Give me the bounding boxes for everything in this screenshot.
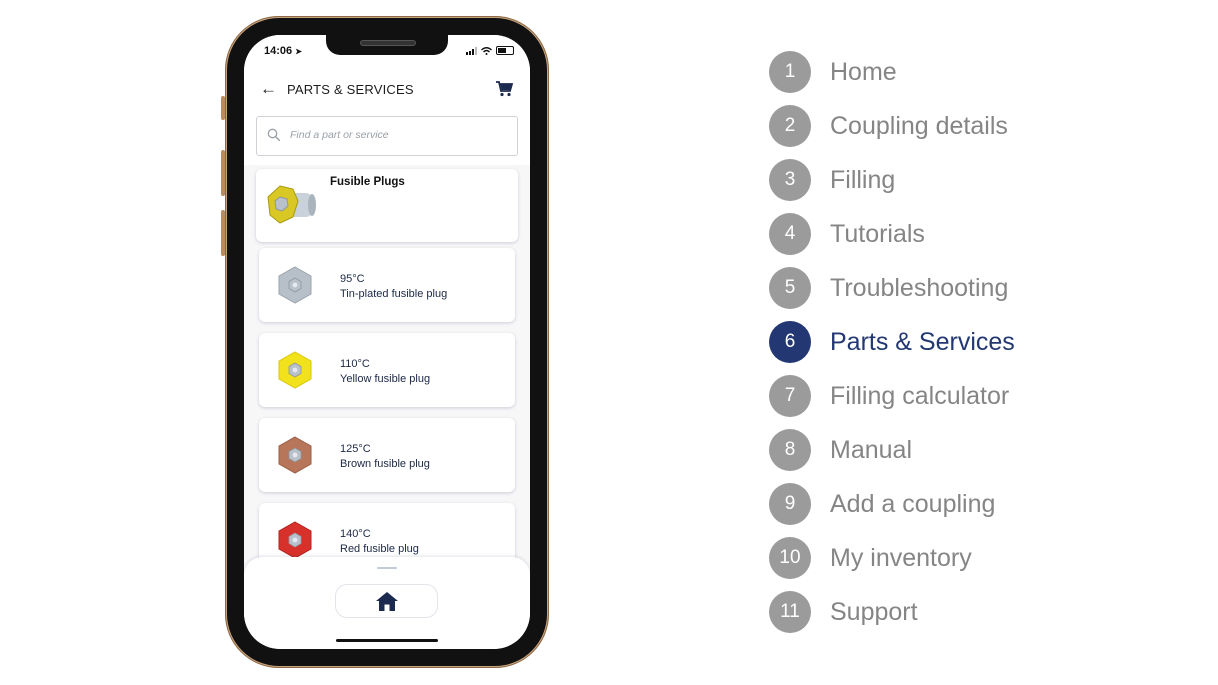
part-temperature: 140°C (340, 528, 371, 540)
fusible-plug-image (278, 266, 312, 304)
location-arrow-icon: ➤ (295, 47, 302, 56)
arrow-left-icon[interactable]: ← (260, 79, 277, 99)
legend-number-badge: 1 (769, 51, 811, 93)
legend-number-badge: 8 (769, 429, 811, 471)
legend-item: 8 Manual (769, 429, 912, 471)
page-title: PARTS & SERVICES (287, 82, 414, 97)
wifi-icon (481, 46, 492, 55)
category-title: Fusible Plugs (330, 176, 405, 188)
part-card[interactable]: 95°C Tin-plated fusible plug (259, 248, 515, 322)
legend-item: 2 Coupling details (769, 105, 1008, 147)
search-bar (244, 111, 530, 165)
phone-screen: 14:06 ➤ ← PARTS & SERVICES Find a part o… (244, 35, 530, 649)
search-field[interactable] (256, 116, 518, 156)
legend-label: Parts & Services (830, 327, 1015, 356)
part-temperature: 125°C (340, 443, 371, 455)
part-card[interactable]: 110°C Yellow fusible plug (259, 333, 515, 407)
legend-number-badge: 4 (769, 213, 811, 255)
home-icon (376, 592, 398, 611)
cart-icon[interactable] (496, 81, 513, 97)
legend-label: Tutorials (830, 219, 925, 248)
legend-item: 7 Filling calculator (769, 375, 1009, 417)
home-indicator (336, 639, 438, 642)
part-name: Tin-plated fusible plug (340, 288, 448, 300)
legend-item: 1 Home (769, 51, 897, 93)
legend-number-badge: 6 (769, 321, 811, 363)
legend-number-badge: 5 (769, 267, 811, 309)
part-name: Brown fusible plug (340, 458, 430, 470)
legend-number-badge: 3 (769, 159, 811, 201)
notch (326, 35, 448, 55)
part-name: Red fusible plug (340, 543, 419, 555)
legend-item: 5 Troubleshooting (769, 267, 1008, 309)
signal-icon (466, 46, 477, 55)
legend-label: Support (830, 597, 918, 626)
legend-item: 10 My inventory (769, 537, 972, 579)
legend-label: Filling (830, 165, 896, 194)
legend-item: 3 Filling (769, 159, 895, 201)
legend-item: 11 Support (769, 591, 918, 633)
search-input[interactable] (288, 128, 507, 142)
legend-label: Manual (830, 435, 912, 464)
status-time: 14:06 ➤ (264, 45, 302, 57)
legend-number-badge: 9 (769, 483, 811, 525)
part-temperature: 110°C (340, 358, 370, 370)
legend-item: 9 Add a coupling (769, 483, 995, 525)
category-card-fusible-plugs[interactable]: Fusible Plugs (256, 169, 518, 242)
legend-label: Coupling details (830, 111, 1008, 140)
yellow-fusible-plug-image (267, 184, 316, 224)
search-icon (267, 128, 281, 142)
speaker-grille (360, 40, 416, 46)
legend-label: Home (830, 57, 897, 86)
home-button[interactable] (335, 584, 438, 618)
legend-number-badge: 2 (769, 105, 811, 147)
legend-number-badge: 10 (769, 537, 811, 579)
legend-number-badge: 11 (769, 591, 811, 633)
legend-label: Add a coupling (830, 489, 996, 518)
legend-item: 6 Parts & Services (769, 321, 1015, 363)
fusible-plug-image (278, 351, 312, 389)
fusible-plug-image (278, 521, 312, 559)
part-temperature: 95°C (340, 273, 365, 285)
fusible-plug-image (278, 436, 312, 474)
status-icons (466, 46, 514, 55)
legend-item: 4 Tutorials (769, 213, 925, 255)
legend-number-badge: 7 (769, 375, 811, 417)
part-card[interactable]: 125°C Brown fusible plug (259, 418, 515, 492)
app-header: ← PARTS & SERVICES (244, 69, 530, 115)
battery-icon (496, 46, 514, 55)
part-name: Yellow fusible plug (340, 373, 431, 385)
sheet-grab-handle[interactable] (377, 567, 397, 569)
legend-label: Filling calculator (830, 381, 1010, 410)
legend-label: My inventory (830, 543, 972, 572)
bottom-sheet (244, 557, 530, 649)
legend-label: Troubleshooting (830, 273, 1009, 302)
